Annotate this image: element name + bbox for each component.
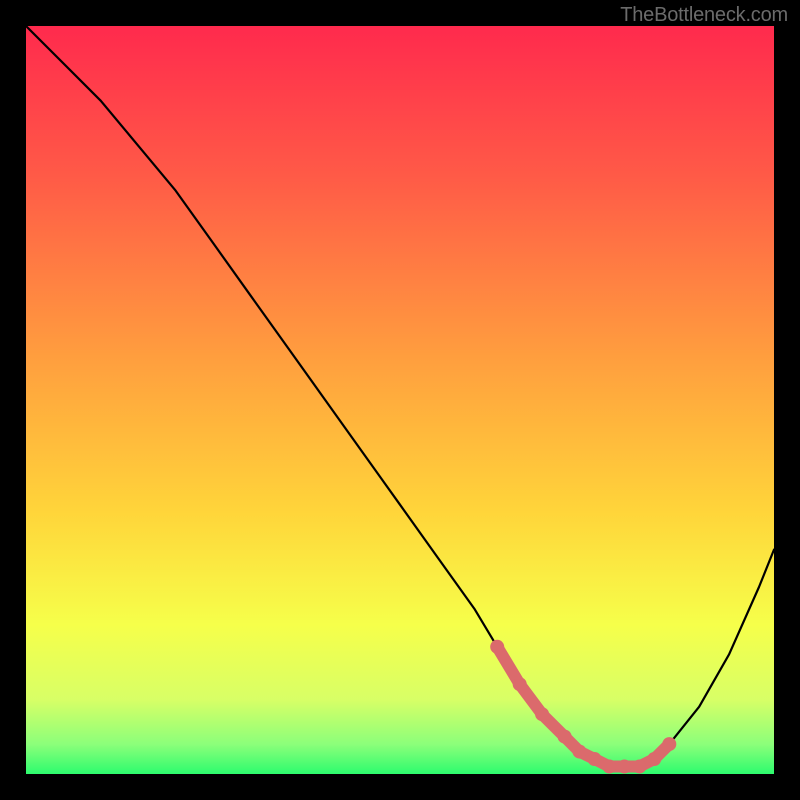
optimal-point [647,752,661,766]
optimal-point [588,752,602,766]
plot-background [26,26,774,774]
optimal-point [632,760,646,774]
optimal-point [490,640,504,654]
optimal-point [558,730,572,744]
watermark-text: TheBottleneck.com [620,4,788,27]
chart-svg [0,0,800,800]
optimal-point [573,745,587,759]
chart-stage: TheBottleneck.com [0,0,800,800]
optimal-point [662,737,676,751]
optimal-point [617,760,631,774]
optimal-point [513,677,527,691]
optimal-point [535,707,549,721]
optimal-point [602,760,616,774]
